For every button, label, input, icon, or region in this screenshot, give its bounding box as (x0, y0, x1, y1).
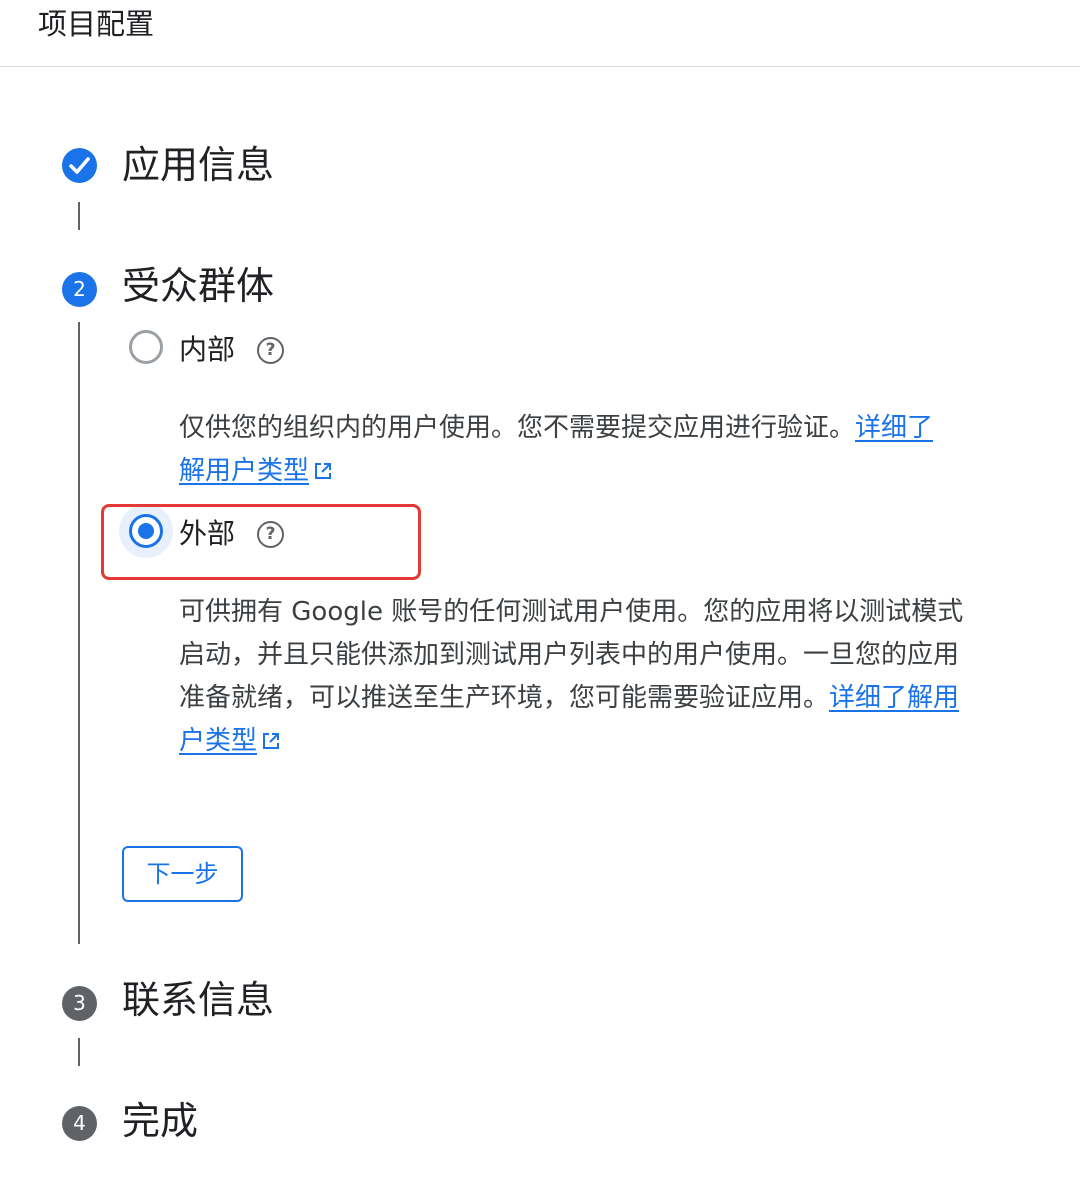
step-connector (78, 202, 80, 230)
step-2-title[interactable]: 受众群体 (122, 262, 274, 310)
step-connector (78, 1038, 80, 1066)
internal-description: 仅供您的组织内的用户使用。您不需要提交应用进行验证。详细了解用户类型 (179, 407, 954, 493)
step-1-title[interactable]: 应用信息 (122, 141, 274, 189)
page-title: 项目配置 (38, 7, 155, 41)
internal-description-text: 仅供您的组织内的用户使用。您不需要提交应用进行验证。 (179, 413, 856, 443)
step-1-completed-icon (62, 148, 97, 183)
highlight-annotation-box (101, 504, 421, 580)
external-description: 可供拥有 Google 账号的任何测试用户使用。您的应用将以测试模式启动，并且只… (179, 591, 969, 763)
step-4-number-icon: 4 (62, 1106, 97, 1141)
radio-internal-label[interactable]: 内部 (179, 330, 235, 370)
step-3-title[interactable]: 联系信息 (122, 976, 274, 1024)
check-icon (69, 157, 90, 174)
page-header: 项目配置 (0, 0, 1080, 67)
next-step-button[interactable]: 下一步 (122, 846, 243, 902)
help-circle-icon[interactable]: ? (257, 337, 284, 364)
radio-internal[interactable] (129, 330, 163, 364)
step-2-number-icon: 2 (62, 272, 97, 307)
external-link-icon[interactable] (261, 731, 281, 751)
external-link-icon[interactable] (313, 461, 333, 481)
step-3-number-icon: 3 (62, 986, 97, 1021)
step-connector (78, 322, 80, 944)
step-4-title[interactable]: 完成 (122, 1097, 198, 1145)
